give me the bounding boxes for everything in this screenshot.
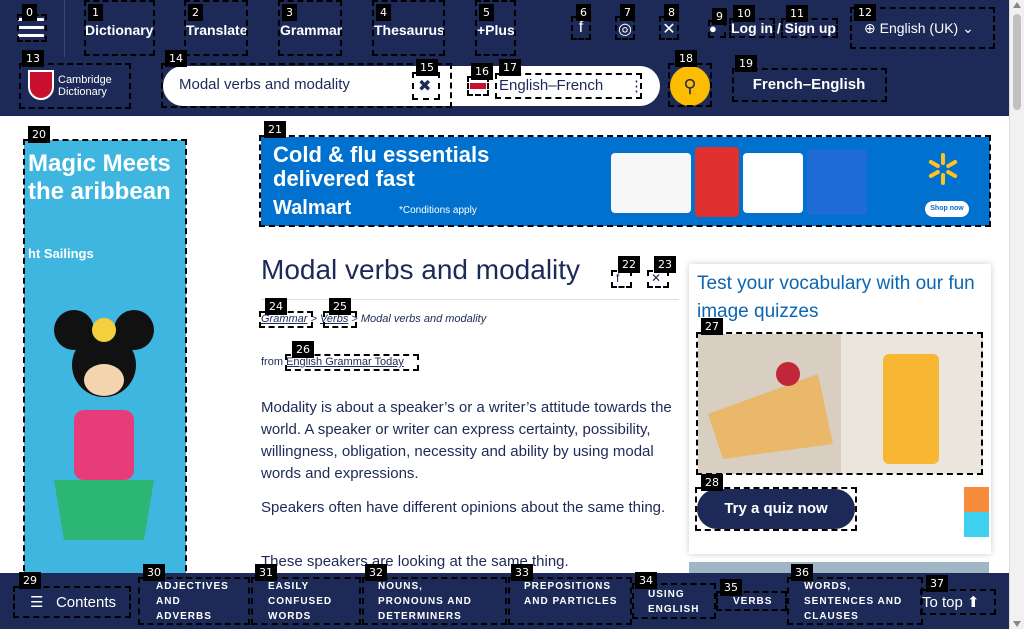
divider	[261, 299, 679, 300]
paragraph-1: Modality is about a speaker’s or a write…	[261, 399, 672, 482]
page-title: Modal verbs and modality	[261, 254, 581, 285]
ad-badge-lower	[964, 512, 989, 537]
paragraph-2: Speakers often have different opinions a…	[261, 499, 666, 516]
scroll-up-icon[interactable]	[1013, 2, 1021, 8]
scrollbar-thumb[interactable]	[1013, 14, 1021, 110]
scroll-down-icon[interactable]	[1013, 621, 1021, 627]
quiz-text[interactable]: Test your vocabulary with our fun image …	[697, 270, 991, 326]
scrollbar[interactable]	[1009, 0, 1024, 629]
ad-badge	[964, 487, 989, 512]
paragraph-3: These speakers are looking at the same t…	[261, 553, 569, 570]
